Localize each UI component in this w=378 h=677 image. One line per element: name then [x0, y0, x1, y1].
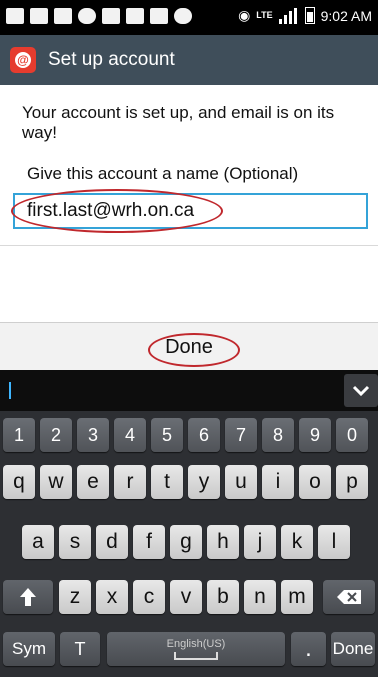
email-icon: [54, 8, 72, 24]
chevron-down-icon: [352, 385, 370, 396]
key-p[interactable]: p: [336, 465, 368, 499]
key-4[interactable]: 4: [114, 418, 146, 452]
action-bar: Done: [0, 322, 378, 371]
key-7[interactable]: 7: [225, 418, 257, 452]
key-j[interactable]: j: [244, 525, 276, 559]
gmail-icon: [126, 8, 144, 24]
setup-message: Your account is set up, and email is on …: [22, 103, 335, 142]
key-s[interactable]: s: [59, 525, 91, 559]
key-a[interactable]: a: [22, 525, 54, 559]
key-q[interactable]: q: [3, 465, 35, 499]
divider: [0, 245, 378, 246]
key-l[interactable]: l: [318, 525, 350, 559]
account-name-field-container: [13, 193, 368, 229]
text-tool-icon: T: [74, 638, 86, 659]
keyboard-icon: [150, 8, 168, 24]
key-y[interactable]: y: [188, 465, 220, 499]
app-notification-icon: [78, 8, 96, 24]
account-name-input[interactable]: [25, 195, 359, 227]
period-key[interactable]: .: [291, 632, 326, 666]
shift-arrow-icon: [20, 588, 36, 606]
key-i[interactable]: i: [262, 465, 294, 499]
key-o[interactable]: o: [299, 465, 331, 499]
key-b[interactable]: b: [207, 580, 239, 614]
key-k[interactable]: k: [281, 525, 313, 559]
text-cursor: [9, 382, 11, 399]
image-icon: [30, 8, 48, 24]
keyboard: 1 2 3 4 5 6 7 8 9 0 q w e r t y u i o p …: [0, 370, 378, 677]
notification-icons: [6, 8, 192, 24]
key-v[interactable]: v: [170, 580, 202, 614]
key-u[interactable]: u: [225, 465, 257, 499]
key-d[interactable]: d: [96, 525, 128, 559]
text-settings-button[interactable]: T: [60, 632, 100, 666]
done-button[interactable]: Done: [0, 323, 378, 371]
key-h[interactable]: h: [207, 525, 239, 559]
status-bar: ◉ LTE 9:02 AM: [0, 0, 378, 35]
key-0[interactable]: 0: [336, 418, 368, 452]
add-icon: [6, 8, 24, 24]
key-g[interactable]: g: [170, 525, 202, 559]
signal-icon: [278, 7, 299, 24]
key-f[interactable]: f: [133, 525, 165, 559]
page-title: Set up account: [48, 49, 175, 70]
key-m[interactable]: m: [281, 580, 313, 614]
title-bar: @ Set up account: [0, 35, 378, 85]
key-1[interactable]: 1: [3, 418, 35, 452]
shift-button[interactable]: [3, 580, 53, 614]
key-5[interactable]: 5: [151, 418, 183, 452]
network-type: LTE: [256, 10, 273, 20]
backspace-icon: [337, 590, 361, 604]
sync-icon: [174, 8, 192, 24]
keyboard-language-label: English(US): [166, 638, 226, 650]
keyboard-prediction-bar: [0, 370, 378, 411]
key-n[interactable]: n: [244, 580, 276, 614]
key-r[interactable]: r: [114, 465, 146, 499]
clock: 9:02 AM: [320, 7, 372, 24]
key-9[interactable]: 9: [299, 418, 331, 452]
key-8[interactable]: 8: [262, 418, 294, 452]
key-z[interactable]: z: [59, 580, 91, 614]
key-w[interactable]: w: [40, 465, 72, 499]
download-icon: [102, 8, 120, 24]
email-app-icon: @: [10, 47, 36, 73]
key-6[interactable]: 6: [188, 418, 220, 452]
keyboard-done-button[interactable]: Done: [331, 632, 375, 666]
battery-icon: [304, 7, 315, 24]
key-t[interactable]: t: [151, 465, 183, 499]
space-icon: [174, 652, 218, 660]
sym-button[interactable]: Sym: [3, 632, 55, 666]
eye-icon: ◉: [238, 7, 251, 23]
key-3[interactable]: 3: [77, 418, 109, 452]
collapse-keyboard-button[interactable]: [344, 374, 378, 407]
main-content: Your account is set up, and email is on …: [0, 85, 378, 322]
space-bar[interactable]: English(US): [107, 632, 285, 666]
key-2[interactable]: 2: [40, 418, 72, 452]
key-e[interactable]: e: [77, 465, 109, 499]
key-c[interactable]: c: [133, 580, 165, 614]
key-x[interactable]: x: [96, 580, 128, 614]
backspace-button[interactable]: [323, 580, 375, 614]
account-name-label: Give this account a name (Optional): [27, 164, 299, 183]
